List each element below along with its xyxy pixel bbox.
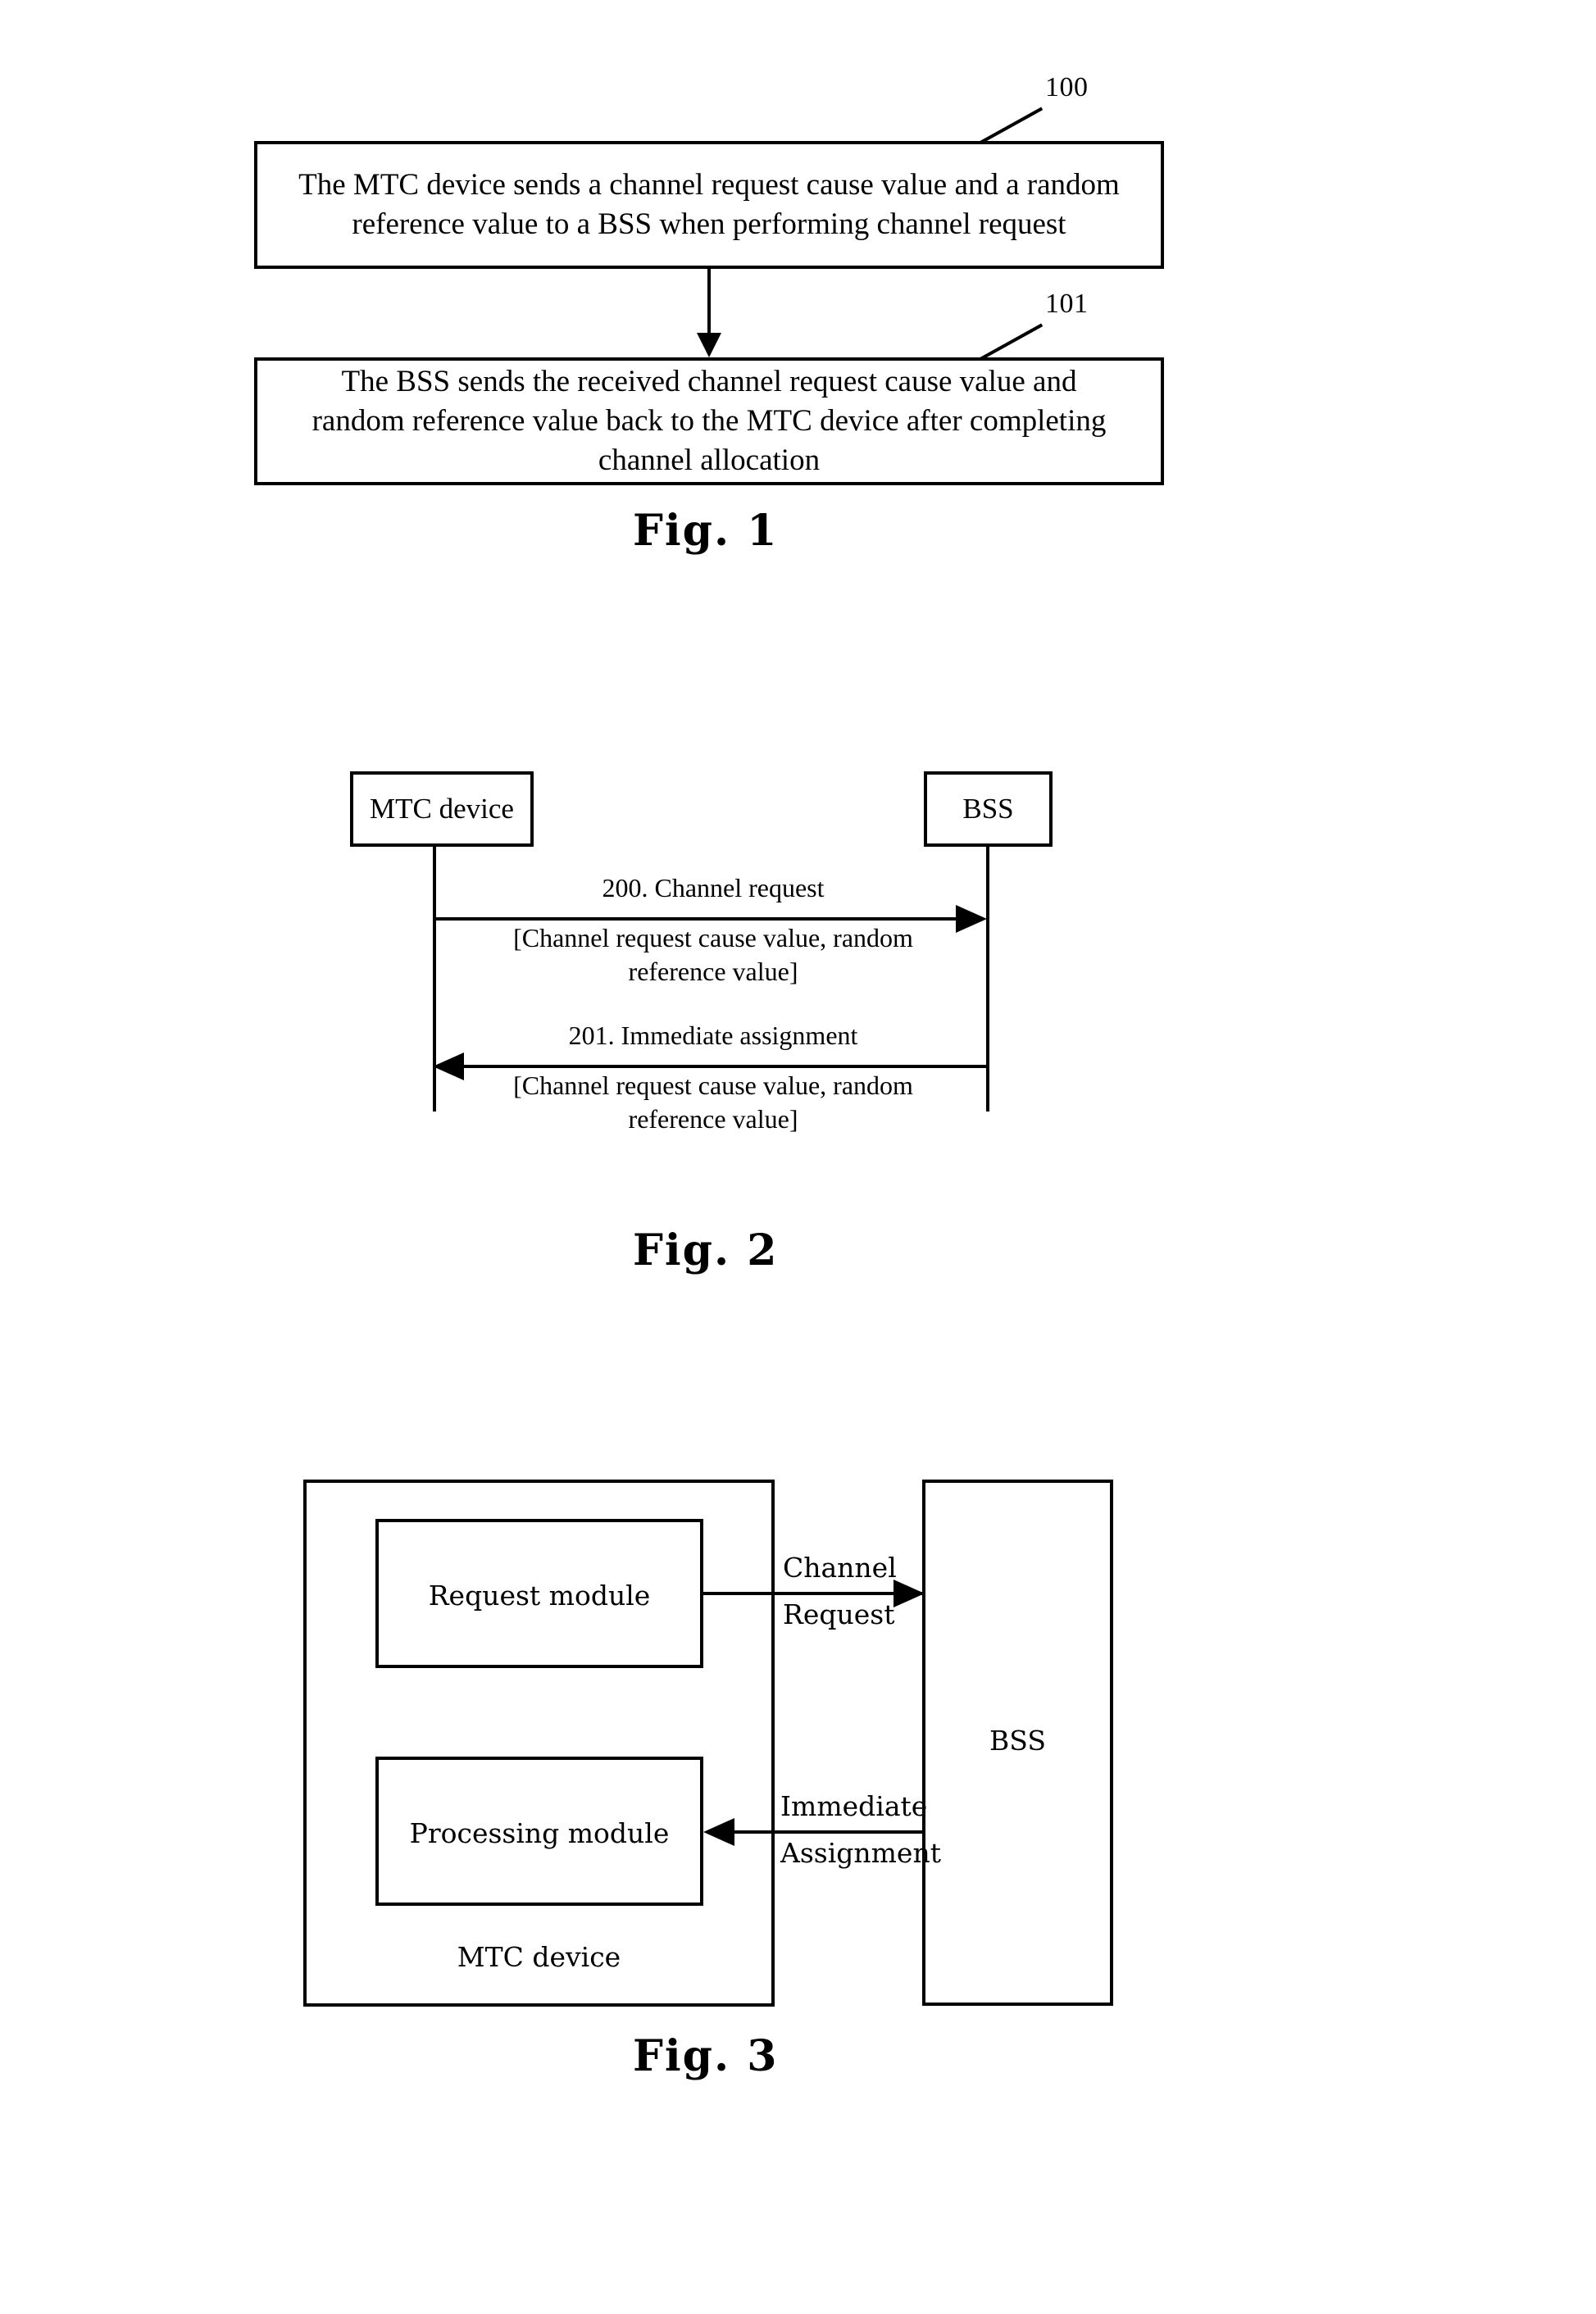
fig3-channel-request-line	[703, 1592, 925, 1595]
fig3-channel-request-label-line1: Channel	[783, 1552, 926, 1584]
figure-2-caption-text: Fig. 2	[633, 1225, 779, 1275]
fig2-message-201-params: [Channel request cause value, random ref…	[513, 1071, 913, 1134]
fig2-message-201-line	[464, 1065, 989, 1068]
fig1-step-text-101: The BSS sends the received channel reque…	[311, 364, 1107, 478]
fig2-node-bss-label: BSS	[962, 793, 1014, 825]
fig3-immediate-assignment-label-line1: Immediate	[780, 1790, 932, 1823]
fig2-message-200-params: [Channel request cause value, random ref…	[513, 923, 913, 986]
fig1-connector-line	[707, 269, 711, 336]
fig2-message-201-title: 201. Immediate assignment	[568, 1021, 858, 1050]
reference-numeral-100: 100	[1045, 72, 1089, 102]
fig2-message-200-title: 200. Channel request	[602, 873, 825, 902]
patent-figure-page: 100 The MTC device sends a channel reque…	[0, 0, 1596, 2314]
fig1-connector-arrowhead	[697, 333, 721, 357]
fig2-node-mtc-device: MTC device	[350, 771, 534, 847]
figure-1-caption-text: Fig. 1	[633, 506, 779, 556]
figure-1-caption: Fig. 1	[633, 506, 778, 556]
fig3-immediate-assignment-arrowhead	[703, 1818, 734, 1846]
fig3-immediate-assignment-label-line2: Assignment	[780, 1837, 941, 1869]
fig2-message-200-line	[433, 917, 957, 921]
leader-line-100	[980, 107, 1044, 144]
figure-3-caption: Fig. 3	[633, 2031, 778, 2081]
fig1-step-text-100: The MTC device sends a channel request c…	[298, 167, 1120, 241]
figure-2-caption: Fig. 2	[633, 1225, 778, 1275]
fig1-step-box-101: The BSS sends the received channel reque…	[254, 357, 1164, 485]
fig3-processing-module-label: Processing module	[375, 1817, 703, 1850]
fig3-request-module-label: Request module	[375, 1580, 703, 1612]
fig3-channel-request-label-line2: Request	[783, 1598, 926, 1631]
figure-3-caption-text: Fig. 3	[633, 2031, 779, 2081]
leader-line-101	[980, 323, 1044, 361]
fig2-node-mtc-device-label: MTC device	[370, 793, 514, 825]
fig1-step-box-100: The MTC device sends a channel request c…	[254, 141, 1164, 269]
fig3-immediate-assignment-line	[734, 1830, 924, 1834]
fig2-lifeline-bss	[986, 847, 989, 1112]
fig3-bss-label: BSS	[922, 1725, 1113, 1757]
fig2-node-bss: BSS	[924, 771, 1053, 847]
fig3-mtc-device-label: MTC device	[303, 1941, 775, 1974]
reference-numeral-101: 101	[1045, 289, 1089, 319]
